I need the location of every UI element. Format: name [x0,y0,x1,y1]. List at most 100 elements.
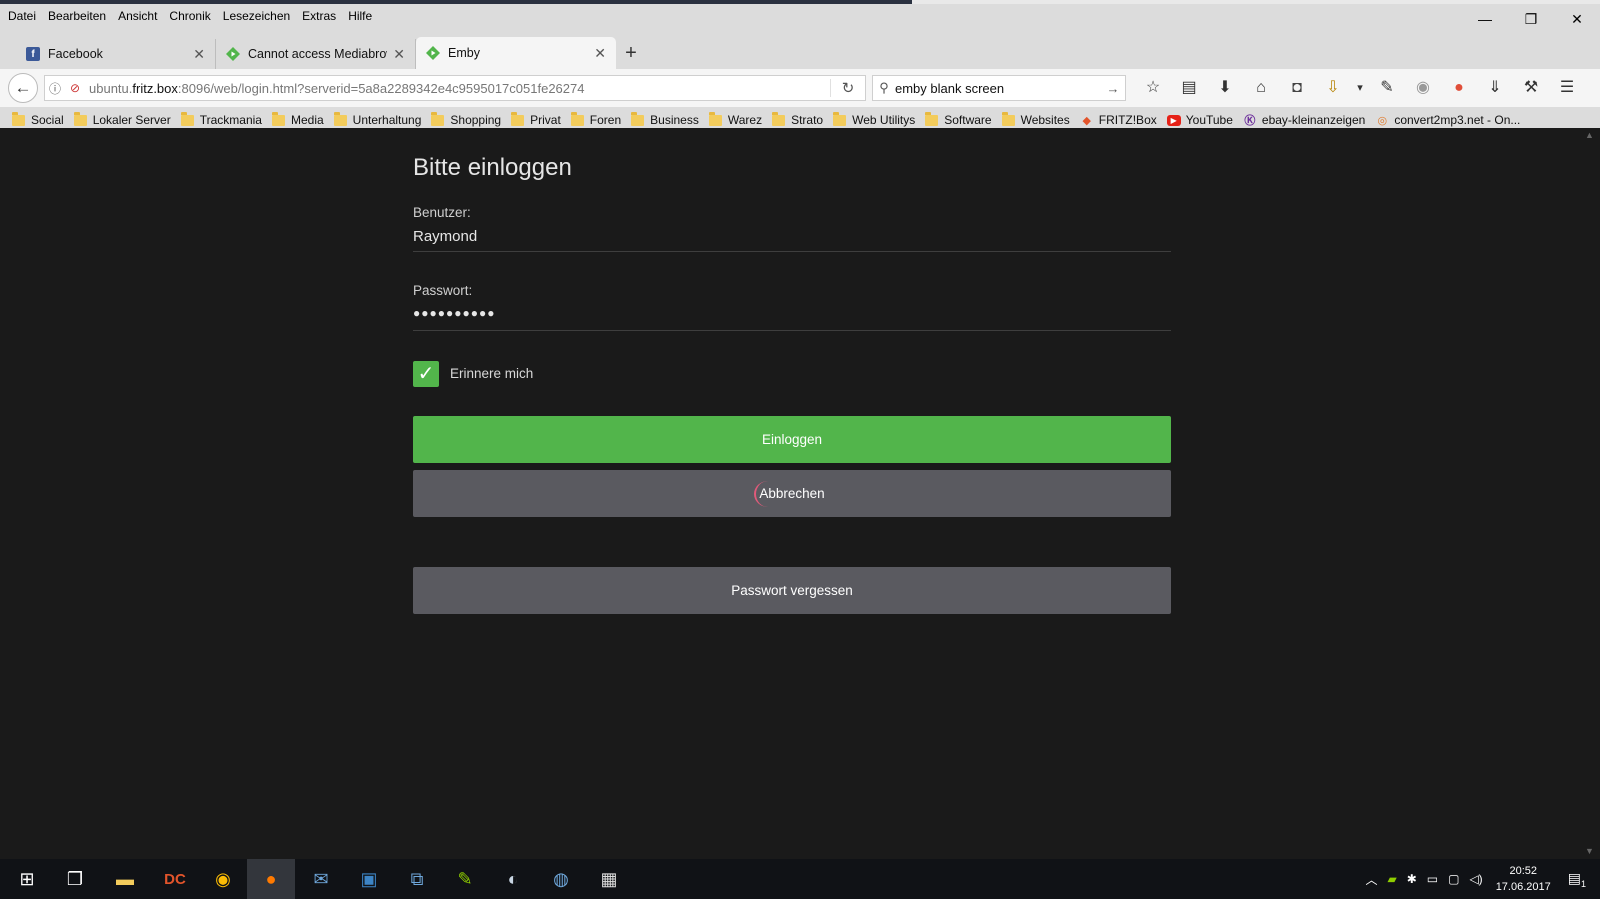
taskbar-firefox[interactable]: ● [247,859,295,899]
bookmark-label: Unterhaltung [352,113,422,127]
bookmark-link[interactable]: ▶ YouTube [1166,113,1233,127]
menu-chronik[interactable]: Chronik [169,7,210,27]
eyedropper-icon[interactable]: ✎ [1369,77,1405,99]
bookmark-folder[interactable]: Web Utilitys [833,111,915,127]
adblock-icon[interactable]: ◉ [1405,77,1441,99]
search-go-icon[interactable]: → [1101,81,1125,96]
menu-extras[interactable]: Extras [302,7,336,27]
login-button[interactable]: Einloggen [413,416,1171,463]
bookmark-folder[interactable]: Strato [772,111,823,127]
hamburger-menu-icon[interactable]: ☰ [1549,77,1585,99]
firefox-icon: ● [265,868,277,889]
bookmark-folder[interactable]: Media [271,111,324,127]
url-text[interactable]: ubuntu.fritz.box:8096/web/login.html?ser… [85,81,830,96]
bookmark-link[interactable]: Ⓚebay-kleinanzeigen [1243,112,1365,128]
tab-emby[interactable]: Emby ✕ [416,37,616,69]
chrome-icon: ◉ [215,868,231,889]
close-window-button[interactable]: ✕ [1554,8,1600,30]
task-view-button[interactable]: ❐ [51,859,99,899]
user-label: Benutzer: [413,205,471,220]
taskbar-steam[interactable]: ◐ [489,859,537,899]
tab-facebook[interactable]: f Facebook ✕ [16,39,216,69]
download-icon[interactable]: ⬇ [1207,77,1243,99]
tab-mediabrowser[interactable]: Cannot access Mediabrowse ✕ [216,39,416,69]
password-label: Passwort: [413,283,473,298]
scroll-up-icon[interactable]: ▲ [1585,130,1594,140]
tool-icon[interactable]: ⚒ [1513,77,1549,99]
bluetooth-icon[interactable]: ✱ [1407,872,1417,886]
menu-lesezeichen[interactable]: Lesezeichen [223,7,290,27]
menu-hilfe[interactable]: Hilfe [348,7,372,27]
pocket-icon[interactable]: ◘ [1279,77,1315,99]
addon-download-icon[interactable]: ⇩ [1315,77,1351,99]
new-tab-button[interactable]: + [616,39,646,69]
close-tab-icon[interactable]: ✕ [594,45,606,62]
clock[interactable]: 20:52 17.06.2017 [1496,863,1551,895]
folder-icon [570,111,584,126]
bookmark-link[interactable]: ◆ FRITZ!Box [1080,113,1157,127]
taskbar-app[interactable]: ▣ [345,859,393,899]
username-input[interactable]: Raymond [413,228,477,245]
taskbar-chrome[interactable]: ◉ [199,859,247,899]
taskbar-notepad[interactable]: ✎ [441,859,489,899]
restore-button[interactable]: ❐ [1508,8,1554,30]
folder-icon [925,111,939,126]
search-bar[interactable]: ⚲ emby blank screen → [872,75,1126,101]
notification-center-icon[interactable]: ▤1 [1568,870,1586,889]
cancel-button[interactable]: Abbrechen [413,470,1171,517]
bookmark-star-icon[interactable]: ☆ [1135,77,1171,99]
youtube-icon: ▶ [1166,114,1181,126]
taskbar-thunderbird[interactable]: ✉ [297,859,345,899]
bookmark-folder[interactable]: Social [12,111,64,127]
bookmark-link[interactable]: ◎ convert2mp3.net - On... [1375,113,1521,127]
network-icon[interactable]: ▢ [1448,872,1459,886]
bookmark-folder[interactable]: Lokaler Server [73,111,171,127]
bookmark-folder[interactable]: Privat [511,111,561,127]
bookmark-folder[interactable]: Websites [1001,111,1070,127]
start-button[interactable]: ⊞ [3,859,51,899]
tray-app-icon[interactable]: ▰ [1387,872,1396,886]
bookmark-folder[interactable]: Foren [570,111,622,127]
forgot-password-button[interactable]: Passwort vergessen [413,567,1171,614]
menu-datei[interactable]: Datei [8,7,36,27]
remember-checkbox[interactable]: ✓ [413,361,439,387]
search-input[interactable]: emby blank screen [895,81,1101,96]
bookmark-folder[interactable]: Trackmania [180,111,262,127]
taskbar-explorer[interactable]: ▬ [101,859,149,899]
folder-icon [73,111,87,126]
scroll-down-icon[interactable]: ▼ [1585,846,1594,856]
tray-expand-icon[interactable]: ︿ [1365,871,1377,888]
back-button[interactable]: ← [8,73,38,103]
bookmark-folder[interactable]: Warez [708,111,762,127]
folder-icon [12,111,25,126]
bookmark-label: Software [944,113,992,127]
reader-icon[interactable]: ▤ [1171,77,1207,99]
save-icon[interactable]: ⇓ [1477,77,1513,99]
close-tab-icon[interactable]: ✕ [193,46,205,63]
steam-icon: ◐ [507,868,519,889]
close-tab-icon[interactable]: ✕ [393,46,405,63]
taskbar-app-last[interactable]: ▦ [585,859,633,899]
minimize-button[interactable]: — [1462,8,1508,30]
app-icon: ▣ [360,868,378,889]
taskbar-app-dc[interactable]: DC [151,859,199,899]
bookmark-folder[interactable]: Shopping [431,111,501,127]
battery-icon[interactable]: ▭ [1427,872,1438,886]
bookmark-folder[interactable]: Software [925,111,992,127]
menu-ansicht[interactable]: Ansicht [118,7,157,27]
info-icon[interactable]: ⓘ [45,80,65,97]
reload-icon[interactable]: ↻ [830,79,865,97]
password-input[interactable]: ●●●●●●●●●● [413,306,495,320]
taskbar-network-app[interactable]: ⧉ [393,859,441,899]
home-icon[interactable]: ⌂ [1243,77,1279,99]
bookmark-label: Foren [589,113,622,127]
bookmark-folder[interactable]: Business [631,111,699,127]
volume-icon[interactable]: ◁) [1469,872,1482,886]
bookmark-folder[interactable]: Unterhaltung [333,111,422,127]
menu-bearbeiten[interactable]: Bearbeiten [48,7,106,27]
url-bar[interactable]: ⓘ ⊘ ubuntu.fritz.box:8096/web/login.html… [44,75,866,101]
color-icon[interactable]: ● [1441,77,1477,99]
dropdown-icon[interactable]: ▾ [1351,77,1369,99]
taskbar-teamspeak[interactable]: ◍ [537,859,585,899]
scrollbar[interactable]: ▲ ▼ [1581,128,1600,859]
